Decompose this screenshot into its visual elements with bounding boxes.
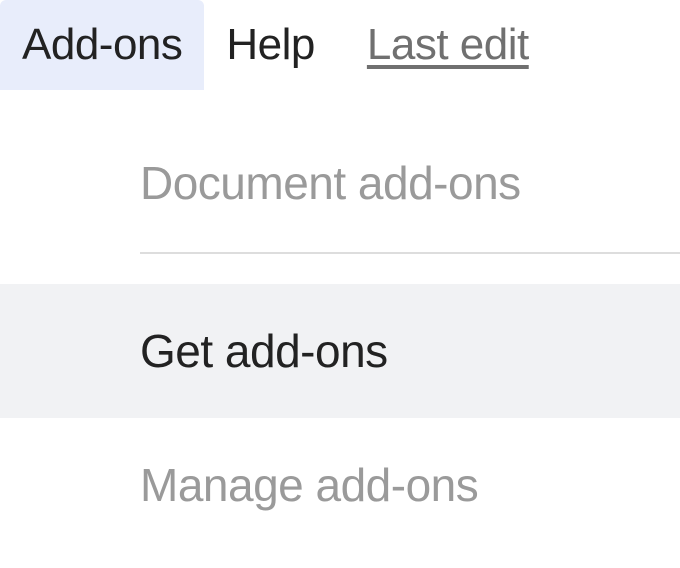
- menu-help[interactable]: Help: [204, 0, 337, 90]
- menu-help-label: Help: [226, 20, 315, 70]
- menu-addons[interactable]: Add-ons: [0, 0, 204, 90]
- last-edit-label: Last edit: [367, 20, 529, 69]
- section-header-label: Document add-ons: [140, 157, 521, 209]
- get-addons-label: Get add-ons: [140, 325, 388, 377]
- menu-item-get-addons[interactable]: Get add-ons: [0, 284, 680, 418]
- manage-addons-label: Manage add-ons: [140, 459, 478, 511]
- addons-dropdown: Document add-ons Get add-ons Manage add-…: [0, 132, 680, 552]
- last-edit-link[interactable]: Last edit: [367, 20, 529, 70]
- menu-addons-label: Add-ons: [22, 20, 182, 70]
- dropdown-divider: [140, 252, 680, 254]
- menubar: Add-ons Help Last edit: [0, 0, 680, 90]
- menu-item-manage-addons[interactable]: Manage add-ons: [0, 418, 680, 552]
- dropdown-section-header: Document add-ons: [0, 132, 680, 234]
